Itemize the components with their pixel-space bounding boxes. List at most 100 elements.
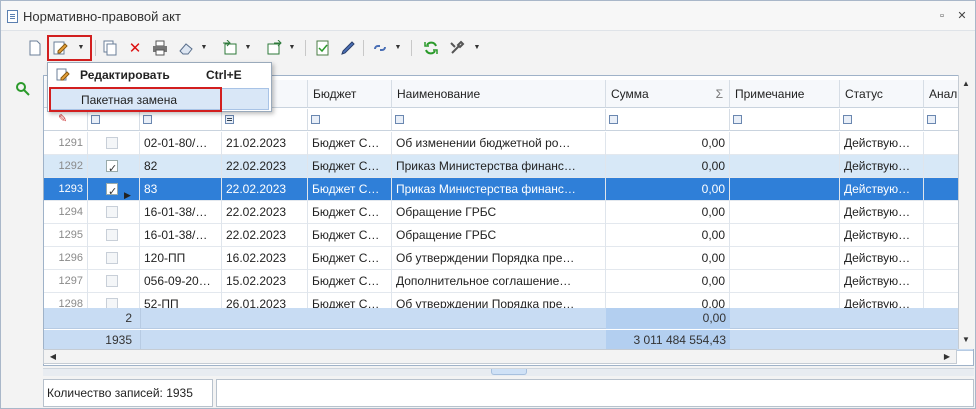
table-row[interactable]: 1297 056-09-20… 15.02.2023 Бюджет С… Дополни… xyxy=(44,270,973,293)
scroll-left-icon[interactable]: ◀ xyxy=(46,350,60,364)
splitter-grip[interactable] xyxy=(491,369,527,375)
row-checkbox-cell[interactable]: ▶ xyxy=(88,178,140,201)
restore-icon[interactable]: ▫ xyxy=(935,9,949,23)
table-row[interactable]: 1291 02-01-80/… 21.02.2023 Бюджет С… Об изме… xyxy=(44,132,973,155)
row-checkbox[interactable] xyxy=(106,158,118,178)
cell-date[interactable]: 15.02.2023 xyxy=(222,270,308,293)
export-dropdown-button[interactable]: ▼ xyxy=(287,37,297,59)
row-checkbox-cell[interactable] xyxy=(88,270,140,293)
cell-budget[interactable]: Бюджет С… xyxy=(308,178,392,201)
cell-status[interactable]: Действую… xyxy=(840,132,924,155)
export-icon[interactable] xyxy=(263,37,285,59)
cell-status[interactable]: Действую… xyxy=(840,201,924,224)
vertical-scrollbar[interactable]: ▲ ▼ xyxy=(958,75,974,349)
cell-budget[interactable]: Бюджет С… xyxy=(308,247,392,270)
filter-status[interactable] xyxy=(840,109,924,131)
cell-status[interactable]: Действую… xyxy=(840,224,924,247)
link-dropdown-button[interactable]: ▼ xyxy=(393,37,403,59)
cell-num[interactable]: 1291 xyxy=(44,132,88,155)
filter-name[interactable] xyxy=(392,109,606,131)
eraser-dropdown-button[interactable]: ▼ xyxy=(199,37,209,59)
table-row[interactable]: 1296 120-ПП 16.02.2023 Бюджет С… Об утвержде… xyxy=(44,247,973,270)
cell-budget[interactable]: Бюджет С… xyxy=(308,270,392,293)
header-sum[interactable]: Сумма Σ xyxy=(606,80,730,108)
cell-name[interactable]: Обращение ГРБС xyxy=(392,224,606,247)
cell-code[interactable]: 16-01-38/… xyxy=(140,201,222,224)
row-checkbox-cell[interactable] xyxy=(88,247,140,270)
filter-checkbox[interactable] xyxy=(88,109,140,131)
cell-status[interactable]: Действую… xyxy=(840,155,924,178)
cell-status[interactable]: Действую… xyxy=(840,247,924,270)
cell-date[interactable]: 22.02.2023 xyxy=(222,178,308,201)
refresh-icon[interactable] xyxy=(420,37,442,59)
cell-sum[interactable]: 0,00 xyxy=(606,178,730,201)
row-checkbox-cell[interactable] xyxy=(88,201,140,224)
cell-name[interactable]: Приказ Министерства финанс… xyxy=(392,155,606,178)
link-icon[interactable] xyxy=(369,37,391,59)
cell-date[interactable]: 22.02.2023 xyxy=(222,224,308,247)
cell-num[interactable]: 1296 xyxy=(44,247,88,270)
row-checkbox[interactable] xyxy=(106,252,118,264)
cell-num[interactable]: 1294 xyxy=(44,201,88,224)
cell-sum[interactable]: 0,00 xyxy=(606,270,730,293)
cell-note[interactable] xyxy=(730,247,840,270)
horizontal-scrollbar[interactable]: ◀ ▶ xyxy=(43,349,957,364)
pin-icon[interactable]: ✎ xyxy=(58,112,67,125)
cell-sum[interactable]: 0,00 xyxy=(606,132,730,155)
header-note[interactable]: Примечание xyxy=(730,80,840,108)
cell-code[interactable]: 056-09-20… xyxy=(140,270,222,293)
row-checkbox[interactable] xyxy=(106,137,118,149)
import-dropdown-button[interactable]: ▼ xyxy=(243,37,253,59)
cell-status[interactable]: Действую… xyxy=(840,270,924,293)
cell-note[interactable] xyxy=(730,155,840,178)
header-name[interactable]: Наименование xyxy=(392,80,606,108)
delete-icon[interactable]: ✕ xyxy=(124,37,146,59)
row-checkbox-cell[interactable] xyxy=(88,132,140,155)
row-checkbox[interactable] xyxy=(106,229,118,241)
cell-num[interactable]: 1295 xyxy=(44,224,88,247)
cell-date[interactable]: 22.02.2023 xyxy=(222,201,308,224)
cell-status[interactable]: Действую… xyxy=(840,178,924,201)
import-icon[interactable] xyxy=(219,37,241,59)
document-check-icon[interactable] xyxy=(312,37,334,59)
close-icon[interactable]: ✕ xyxy=(955,9,969,23)
header-status[interactable]: Статус xyxy=(840,80,924,108)
cell-note[interactable] xyxy=(730,224,840,247)
cell-sum[interactable]: 0,00 xyxy=(606,155,730,178)
table-row[interactable]: 1292 8222.02.2023Бюджет С…Приказ Министер… xyxy=(44,155,973,178)
cell-code[interactable]: 16-01-38/… xyxy=(140,224,222,247)
cell-sum[interactable]: 0,00 xyxy=(606,247,730,270)
filter-sum[interactable] xyxy=(606,109,730,131)
filter-note[interactable] xyxy=(730,109,840,131)
header-budget[interactable]: Бюджет xyxy=(308,80,392,108)
cell-num[interactable]: 1292 xyxy=(44,155,88,178)
cell-code[interactable]: 82 xyxy=(140,155,222,178)
table-row[interactable]: 1293 ▶ 8322.02.2023Бюджет С…Приказ Министе… xyxy=(44,178,973,201)
cell-name[interactable]: Обращение ГРБС xyxy=(392,201,606,224)
cell-name[interactable]: Об изменении бюджетной ро… xyxy=(392,132,606,155)
new-document-button[interactable] xyxy=(24,37,46,59)
filter-date[interactable] xyxy=(222,109,308,131)
row-checkbox-cell[interactable] xyxy=(88,224,140,247)
cell-code[interactable]: 83 xyxy=(140,178,222,201)
cell-note[interactable] xyxy=(730,201,840,224)
print-button[interactable] xyxy=(149,37,171,59)
cell-note[interactable] xyxy=(730,178,840,201)
cell-num[interactable]: 1293 xyxy=(44,178,88,201)
search-icon[interactable] xyxy=(15,81,31,97)
row-checkbox[interactable] xyxy=(106,206,118,218)
cell-date[interactable]: 21.02.2023 xyxy=(222,132,308,155)
row-checkbox-cell[interactable] xyxy=(88,155,140,178)
cell-sum[interactable]: 0,00 xyxy=(606,201,730,224)
filter-code[interactable] xyxy=(140,109,222,131)
cell-budget[interactable]: Бюджет С… xyxy=(308,224,392,247)
cell-name[interactable]: Об утверждении Порядка пре… xyxy=(392,247,606,270)
copy-button[interactable] xyxy=(99,37,121,59)
eraser-icon[interactable] xyxy=(175,37,197,59)
pen-icon[interactable] xyxy=(337,37,359,59)
tools-dropdown-button[interactable]: ▼ xyxy=(472,37,482,59)
scroll-right-icon[interactable]: ▶ xyxy=(940,350,954,364)
cell-code[interactable]: 02-01-80/… xyxy=(140,132,222,155)
menu-item-edit[interactable]: Редактировать Ctrl+E xyxy=(50,64,269,86)
cell-num[interactable]: 1297 xyxy=(44,270,88,293)
